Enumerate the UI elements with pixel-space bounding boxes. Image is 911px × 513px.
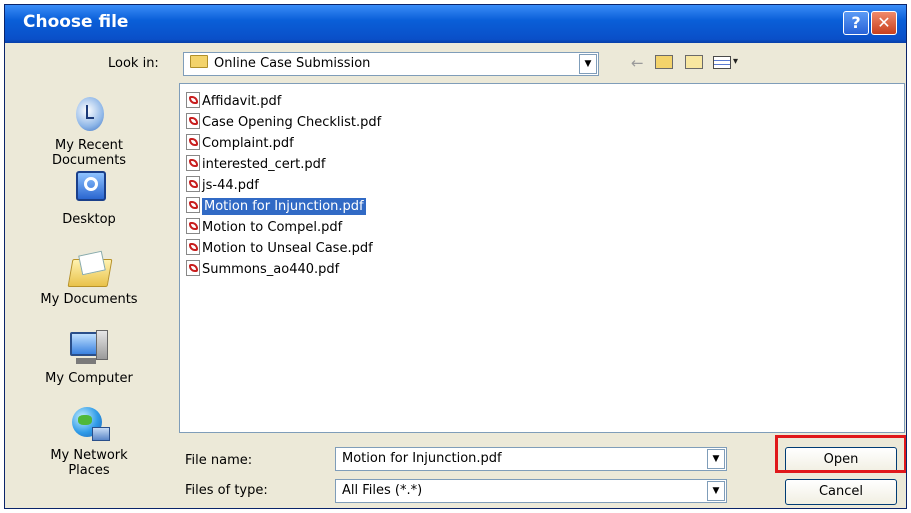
choose-file-dialog: Choose file ? ✕ Look in: Online Case Sub… bbox=[4, 4, 907, 509]
close-icon: ✕ bbox=[877, 13, 891, 32]
pdf-file-icon bbox=[186, 176, 200, 192]
title-bar[interactable]: Choose file ? ✕ bbox=[5, 5, 906, 43]
help-button[interactable]: ? bbox=[843, 11, 869, 35]
open-button-highlight bbox=[775, 435, 906, 473]
file-type-select[interactable]: All Files (*.*) ▼ bbox=[335, 479, 727, 503]
my-documents-icon bbox=[66, 249, 113, 289]
file-name-dropdown-arrow[interactable]: ▼ bbox=[707, 449, 725, 469]
sidebar-item-desktop[interactable]: Desktop bbox=[33, 169, 145, 227]
sidebar-label: My Computer bbox=[45, 371, 133, 386]
file-name: Case Opening Checklist.pdf bbox=[202, 115, 382, 130]
my-computer-icon bbox=[66, 328, 112, 368]
file-item[interactable]: interested_cert.pdf bbox=[186, 155, 329, 174]
file-item-selected[interactable]: Motion for Injunction.pdf bbox=[186, 197, 370, 216]
file-name-value: Motion for Injunction.pdf bbox=[342, 451, 502, 466]
up-folder-icon[interactable] bbox=[655, 55, 673, 69]
new-folder-icon[interactable] bbox=[685, 55, 703, 69]
file-name: Affidavit.pdf bbox=[202, 94, 282, 109]
file-name-label: File name: bbox=[185, 453, 253, 468]
file-item[interactable]: Affidavit.pdf bbox=[186, 92, 285, 111]
file-name: Motion to Unseal Case.pdf bbox=[202, 241, 373, 256]
sidebar-item-my-documents[interactable]: My Documents bbox=[33, 249, 145, 307]
sidebar-item-my-network-places[interactable]: My Network Places bbox=[33, 405, 145, 478]
sidebar-label: My Documents bbox=[40, 292, 138, 307]
file-type-value: All Files (*.*) bbox=[342, 483, 423, 498]
cancel-button[interactable]: Cancel bbox=[785, 479, 897, 505]
file-name: Motion to Compel.pdf bbox=[202, 220, 343, 235]
look-in-combo[interactable]: Online Case Submission ▼ bbox=[183, 52, 599, 76]
file-name: js-44.pdf bbox=[202, 178, 259, 193]
sidebar-label: Documents bbox=[51, 153, 127, 168]
back-icon[interactable]: ← bbox=[631, 54, 644, 72]
view-dropdown-icon[interactable]: ▾ bbox=[733, 56, 738, 67]
file-item[interactable]: js-44.pdf bbox=[186, 176, 263, 195]
desktop-icon bbox=[66, 169, 112, 209]
close-button[interactable]: ✕ bbox=[871, 11, 897, 35]
file-item[interactable]: Summons_ao440.pdf bbox=[186, 260, 343, 279]
sidebar-label: Places bbox=[68, 463, 110, 478]
network-places-icon bbox=[66, 405, 112, 445]
file-type-dropdown-arrow[interactable]: ▼ bbox=[707, 481, 725, 501]
file-item[interactable]: Motion to Compel.pdf bbox=[186, 218, 346, 237]
window-title: Choose file bbox=[23, 12, 129, 32]
pdf-file-icon bbox=[186, 155, 200, 171]
file-type-label: Files of type: bbox=[185, 483, 268, 498]
pdf-file-icon bbox=[186, 239, 200, 255]
file-item[interactable]: Complaint.pdf bbox=[186, 134, 298, 153]
pdf-file-icon bbox=[186, 260, 200, 276]
sidebar-label: Desktop bbox=[62, 212, 116, 227]
pdf-file-icon bbox=[186, 197, 200, 213]
sidebar-label: My Network bbox=[50, 448, 128, 463]
file-name: Complaint.pdf bbox=[202, 136, 294, 151]
help-icon: ? bbox=[851, 13, 861, 32]
sidebar-label: My Recent bbox=[55, 138, 123, 153]
sidebar-item-my-computer[interactable]: My Computer bbox=[33, 328, 145, 386]
file-item[interactable]: Motion to Unseal Case.pdf bbox=[186, 239, 377, 258]
file-name-input[interactable]: Motion for Injunction.pdf ▼ bbox=[335, 447, 727, 471]
file-name: interested_cert.pdf bbox=[202, 157, 326, 172]
pdf-file-icon bbox=[186, 113, 200, 129]
view-menu-icon[interactable] bbox=[713, 56, 731, 69]
pdf-file-icon bbox=[186, 218, 200, 234]
look-in-value: Online Case Submission bbox=[214, 56, 371, 71]
look-in-label: Look in: bbox=[108, 56, 159, 71]
pdf-file-icon bbox=[186, 134, 200, 150]
pdf-file-icon bbox=[186, 92, 200, 108]
file-list[interactable]: Affidavit.pdf Case Opening Checklist.pdf… bbox=[179, 83, 905, 433]
sidebar-item-my-recent-documents[interactable]: My Recent Documents bbox=[33, 95, 145, 168]
file-name: Motion for Injunction.pdf bbox=[202, 198, 366, 215]
file-item[interactable]: Case Opening Checklist.pdf bbox=[186, 113, 385, 132]
file-name: Summons_ao440.pdf bbox=[202, 262, 340, 277]
look-in-dropdown-arrow[interactable]: ▼ bbox=[579, 54, 597, 74]
folder-icon bbox=[190, 55, 208, 68]
recent-documents-icon bbox=[66, 95, 112, 135]
